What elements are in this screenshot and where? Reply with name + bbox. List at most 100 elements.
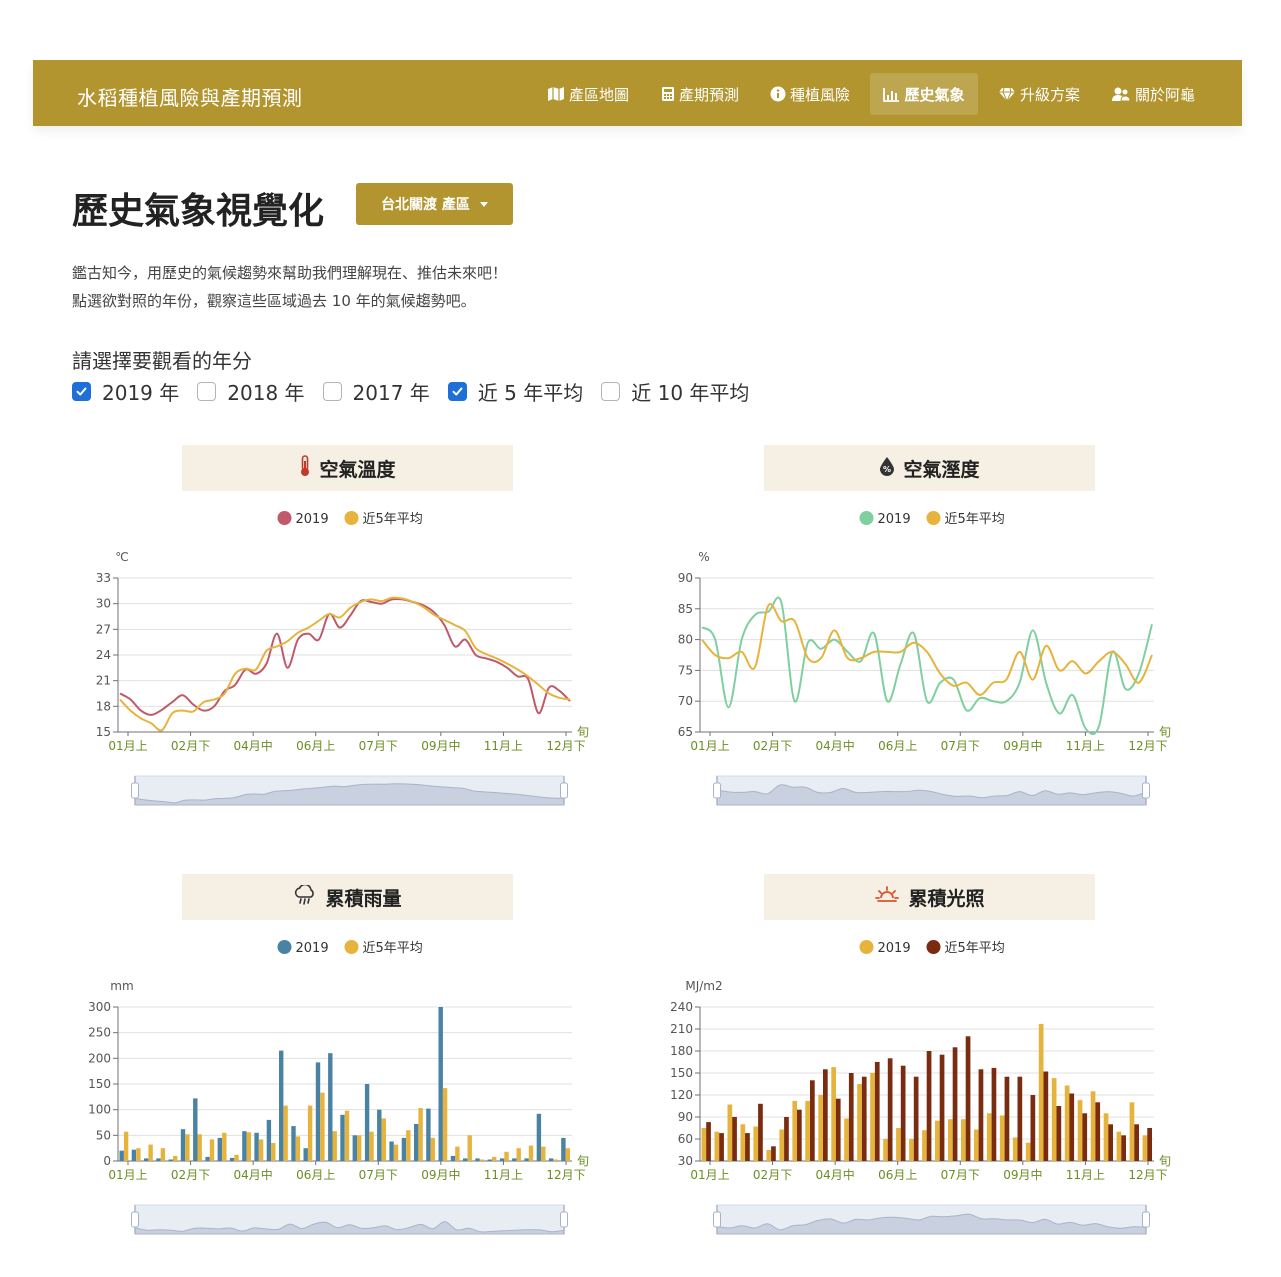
bar (271, 1143, 276, 1161)
legend-label: 近5年平均 (945, 941, 1005, 956)
bar (426, 1108, 431, 1161)
bar (205, 1156, 210, 1161)
y-tick-label: 18 (96, 699, 111, 713)
year-checkbox[interactable] (601, 382, 621, 401)
bar (487, 1159, 492, 1161)
zoom-handle (1142, 782, 1150, 799)
y-tick-label: 60 (678, 1132, 693, 1146)
y-tick-label: 21 (96, 674, 111, 688)
zoom-handle (713, 782, 721, 799)
y-tick-label: 210 (670, 1022, 693, 1036)
bar (209, 1139, 215, 1161)
y-tick-label: 300 (88, 1000, 111, 1014)
nav-item-about[interactable]: 關於阿龜 (1102, 73, 1204, 115)
bar (144, 1158, 149, 1161)
bar (848, 1073, 854, 1161)
x-tick-label: 04月中 (816, 738, 855, 753)
x-tick-label: 12月下 (1128, 1168, 1167, 1182)
legend-label: 2019 (296, 512, 329, 527)
bar (740, 1124, 746, 1161)
y-tick-label: 150 (88, 1077, 111, 1091)
x-tick-label: 02月下 (753, 1168, 792, 1182)
year-option-label: 近 5 年平均 (477, 381, 584, 405)
region-dropdown-button[interactable]: 台北關渡 產區 (356, 183, 513, 225)
bar (156, 1158, 161, 1161)
bar (328, 1053, 333, 1161)
bar (504, 1151, 509, 1161)
bar (442, 1088, 448, 1161)
bar (1142, 1135, 1148, 1161)
bar (745, 1133, 750, 1161)
bar (463, 1158, 468, 1161)
bar (1147, 1128, 1152, 1161)
bar (357, 1135, 362, 1161)
x-tick-label: 01月上 (108, 1168, 147, 1182)
bar (381, 1118, 386, 1161)
bar (524, 1158, 529, 1161)
zoom-handle (560, 782, 568, 799)
bar (986, 1113, 992, 1161)
bar (185, 1134, 190, 1161)
x-tick-label: 12月下 (546, 739, 585, 753)
year-option-2018[interactable]: 2018 年 (197, 377, 305, 406)
bar (393, 1144, 399, 1161)
y-tick-label: 85 (678, 602, 693, 616)
legend-marker (926, 511, 941, 525)
bar (823, 1069, 828, 1161)
legend-marker (344, 511, 359, 525)
intro-line-2: 點選欲對照的年份，觀察這些區域過去 10 年的氣候趨勢吧。 (72, 292, 476, 310)
chart-legend: 2019 近5年平均 (277, 940, 423, 956)
bar (332, 1131, 337, 1161)
bar (1129, 1102, 1135, 1161)
bar (131, 1149, 137, 1161)
bar (1077, 1100, 1083, 1161)
x-tick-label: 09月中 (1003, 738, 1042, 753)
chart-svg: 2019 近5年平均 mm 0 50 100 150 200 250 300 01月上 02月下 04月… (88, 940, 589, 1235)
bar (805, 1100, 810, 1161)
nav-item-upgrade[interactable]: 升級方案 (988, 73, 1090, 115)
bar (1017, 1076, 1023, 1161)
year-option-label: 2019 年 (102, 381, 180, 405)
bar (784, 1117, 789, 1161)
nav-item-risk[interactable]: 種植風險 (760, 73, 860, 115)
bar (320, 1092, 325, 1161)
bar (1121, 1135, 1126, 1161)
nav-item-map[interactable]: 產區地圖 (536, 73, 640, 115)
x-tick-label: 07月下 (359, 1168, 398, 1182)
bar (965, 1036, 971, 1161)
legend-label: 近5年平均 (945, 512, 1005, 527)
year-checkbox[interactable] (447, 382, 467, 401)
year-checkbox[interactable] (197, 382, 217, 401)
year-checkbox[interactable] (72, 382, 91, 401)
year-option-2017[interactable]: 2017 年 (322, 377, 430, 406)
year-option-2019[interactable]: 2019 年 (72, 377, 179, 406)
bar (541, 1146, 546, 1161)
bar (883, 1139, 888, 1161)
y-tick-label: 70 (678, 694, 693, 708)
y-axis-unit: mm (110, 979, 133, 993)
nav-item-label: 歷史氣象 (904, 85, 965, 104)
year-option-5yr-avg[interactable]: 近 5 年平均 (447, 377, 584, 406)
nav-item-history-weather[interactable]: 歷史氣象 (870, 73, 978, 115)
bar (753, 1126, 759, 1161)
y-tick-label: 24 (96, 648, 111, 662)
bar (1082, 1113, 1088, 1161)
bar (1004, 1076, 1010, 1161)
chart-svg: 2019 近5年平均 ℃ 15 18 21 24 27 30 33 01月上 02月下 04月中 06月上… (96, 511, 589, 806)
x-tick-label: 12月下 (546, 1168, 585, 1182)
year-checkbox[interactable] (322, 382, 342, 401)
bar (364, 1084, 370, 1161)
year-option-10yr-avg[interactable]: 近 10 年平均 (601, 377, 749, 406)
chart-card-accumulated-sunlight: 累積光照 2019 近5年平均 MJ/m2 30 60 90 120 150 180 210 240… (652, 874, 1212, 1274)
bar (797, 1109, 802, 1161)
bar (978, 1069, 984, 1161)
bar (160, 1148, 166, 1161)
bar (922, 1130, 927, 1161)
bar (180, 1129, 186, 1161)
chart-legend: 2019 近5年平均 (859, 511, 1005, 527)
bar (974, 1129, 979, 1161)
nav-item-label: 產期預測 (678, 85, 739, 104)
brand-title[interactable]: 水稻種植風險與產期預測 (77, 82, 303, 111)
bar (222, 1132, 227, 1161)
nav-item-forecast[interactable]: 產期預測 (650, 73, 750, 115)
